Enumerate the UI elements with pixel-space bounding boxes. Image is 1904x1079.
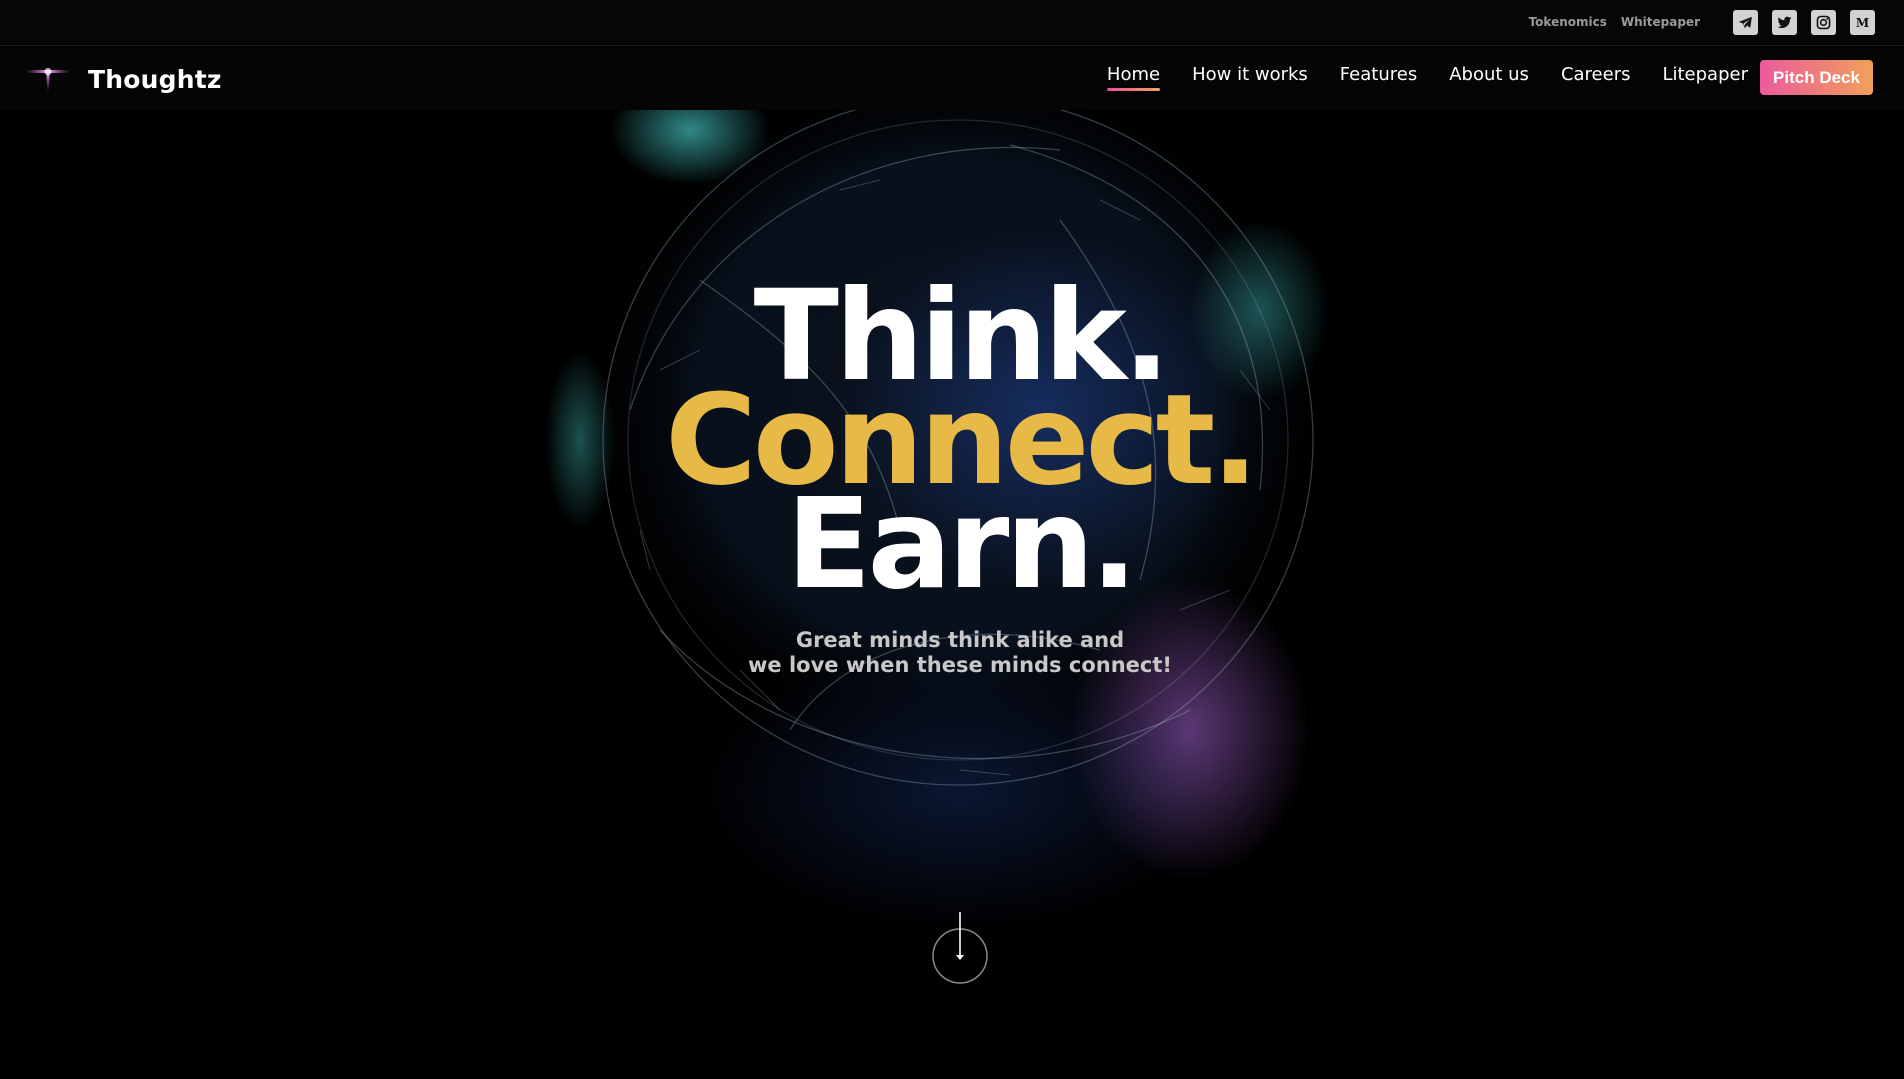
page: Tokenomics Whitepaper M Thoughtz Home Ho… [0, 0, 1904, 1079]
medium-letter: M [1855, 15, 1870, 30]
logo[interactable]: Thoughtz [24, 62, 222, 96]
utility-bar: Tokenomics Whitepaper M [0, 0, 1904, 46]
hero-subtitle-line-2: we love when these minds connect! [748, 653, 1172, 677]
whitepaper-link[interactable]: Whitepaper [1621, 15, 1700, 29]
hero-subtitle-line-1: Great minds think alike and [795, 628, 1125, 652]
medium-icon[interactable]: M [1850, 10, 1875, 35]
social-links: M [1733, 10, 1875, 35]
nav-features[interactable]: Features [1340, 64, 1417, 85]
hero-title: Think. Connect. Earn. [560, 274, 1360, 607]
navbar: Thoughtz Home How it works Features Abou… [0, 47, 1904, 110]
scroll-down-icon[interactable] [931, 910, 989, 985]
twitter-icon[interactable] [1772, 10, 1797, 35]
main-nav: Home How it works Features About us Care… [1106, 64, 1748, 91]
nav-how-it-works[interactable]: How it works [1192, 64, 1308, 85]
brand-name: Thoughtz [88, 64, 222, 94]
utility-links: Tokenomics Whitepaper [1529, 15, 1700, 29]
telegram-icon[interactable] [1733, 10, 1758, 35]
nav-about-us[interactable]: About us [1449, 64, 1529, 85]
instagram-icon[interactable] [1811, 10, 1836, 35]
pitch-deck-button[interactable]: Pitch Deck [1760, 60, 1873, 95]
nav-home[interactable]: Home [1106, 64, 1161, 91]
tokenomics-link[interactable]: Tokenomics [1529, 15, 1607, 29]
hero-subtitle: Great minds think alike and we love when… [610, 628, 1310, 678]
logo-icon [26, 68, 70, 92]
nav-litepaper[interactable]: Litepaper [1662, 64, 1748, 85]
nav-careers[interactable]: Careers [1561, 64, 1631, 85]
